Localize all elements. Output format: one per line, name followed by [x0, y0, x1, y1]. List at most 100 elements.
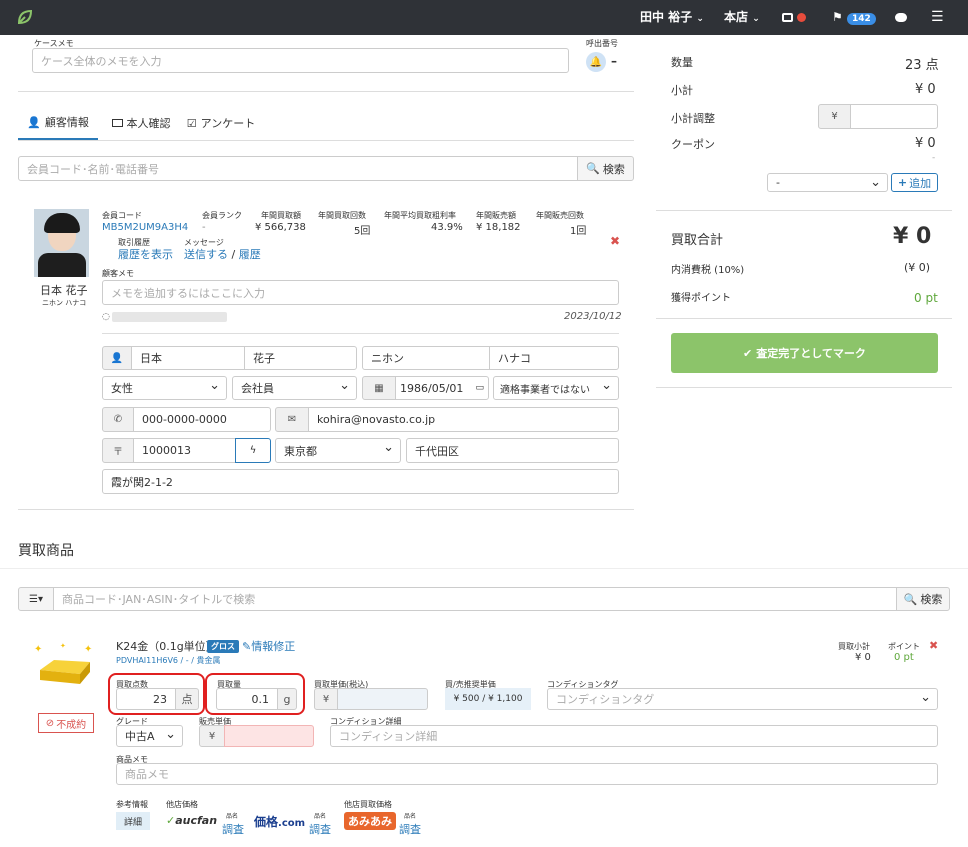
- occupation-select[interactable]: 会社員: [232, 376, 357, 400]
- item-code[interactable]: PDVHAI11H6V6 / - / 貴金属: [116, 655, 220, 666]
- member-search-button[interactable]: 🔍 検索: [577, 156, 634, 181]
- condition-tag-select[interactable]: コンディションタグ: [547, 688, 938, 710]
- phone-input[interactable]: 000-0000-0000: [133, 407, 271, 432]
- top-nav: 田中 裕子 ⌄ 本店 ⌄ ⚑ 142 ☰: [0, 0, 968, 35]
- birthday-input[interactable]: 1986/05/01 ▭: [395, 376, 489, 400]
- summary-subtotal-value: ¥ 0: [915, 82, 936, 97]
- sale-price-input[interactable]: [224, 725, 314, 747]
- first-kana-input[interactable]: ハナコ: [489, 346, 619, 370]
- item-search-input[interactable]: 商品コード･JAN･ASIN･タイトルで検索: [53, 587, 897, 611]
- hamburger-menu-icon[interactable]: ☰: [931, 0, 944, 35]
- prefecture-select[interactable]: 東京都: [275, 438, 401, 463]
- item-search-button[interactable]: 🔍 検索: [896, 587, 950, 611]
- search-icon: 🔍: [903, 592, 918, 606]
- tab-customer-info[interactable]: 👤 顧客情報: [18, 106, 98, 140]
- aucfan-logo[interactable]: ✓aucfan: [166, 814, 217, 827]
- address-input[interactable]: 霞が関2-1-2: [102, 469, 619, 494]
- case-memo-input[interactable]: ケース全体のメモを入力: [32, 48, 569, 73]
- app-logo-icon[interactable]: [16, 8, 34, 26]
- stat-label: 年間販売額: [476, 211, 516, 220]
- tax-label: 内消費税 (10%): [671, 265, 745, 276]
- not-contracted-badge[interactable]: ⊘ 不成約: [38, 713, 94, 733]
- memo-date: 2023/10/12: [564, 311, 622, 322]
- store-menu[interactable]: 本店 ⌄: [724, 0, 760, 35]
- person-icon: 👤: [102, 346, 132, 370]
- invoice-select[interactable]: 適格事業者ではない: [493, 376, 619, 400]
- summary-subtotal-label: 小計: [671, 84, 693, 97]
- condition-detail-input[interactable]: コンディション詳細: [330, 725, 938, 747]
- city-input[interactable]: 千代田区: [406, 438, 619, 463]
- amiami-survey-link[interactable]: 調査: [399, 821, 421, 837]
- call-number-value: –: [611, 54, 617, 68]
- message-links: 送信する / 履歴: [184, 246, 261, 262]
- checkbox-icon: ☑: [186, 116, 197, 130]
- flag-button[interactable]: ⚑ 142: [832, 0, 876, 35]
- stat-label: 会員コード: [102, 211, 142, 220]
- amiami-logo[interactable]: あみあみ: [344, 812, 396, 830]
- customer-kana: ニホン ハナコ: [42, 299, 87, 307]
- stat-label: 会員ランク: [202, 211, 242, 220]
- stat-value: 43.9%: [431, 222, 463, 233]
- tab-identity[interactable]: 本人確認: [104, 106, 178, 140]
- coupon-dash: -: [932, 153, 936, 163]
- price-input[interactable]: [337, 688, 428, 710]
- remove-customer-icon[interactable]: ✖: [610, 234, 620, 248]
- item-subtotal-value: ¥ 0: [855, 652, 871, 663]
- other-store-buy-label: 他店買取価格: [344, 800, 392, 809]
- delete-item-icon[interactable]: ✖: [929, 639, 938, 652]
- edit-info-link[interactable]: ✎情報修正: [242, 638, 295, 654]
- summary-qty-value: 23 点: [905, 58, 939, 73]
- divider: [656, 318, 952, 319]
- gender-select[interactable]: 女性: [102, 376, 227, 400]
- adjust-yen: ¥: [818, 104, 851, 129]
- printer-status-dot: [797, 13, 807, 22]
- member-search-input[interactable]: 会員コード･名前･電話番号: [18, 156, 578, 181]
- stat-value: 5回: [354, 226, 371, 237]
- first-name-input[interactable]: 花子: [244, 346, 357, 370]
- email-input[interactable]: kohira@novasto.co.jp: [308, 407, 619, 432]
- add-coupon-button[interactable]: + 追加: [891, 173, 938, 192]
- filter-button[interactable]: ☰▾: [18, 587, 54, 611]
- item-subtotal-label: 買取小計: [838, 642, 870, 651]
- message-send-link[interactable]: 送信する: [184, 248, 228, 261]
- bell-icon[interactable]: 🔔: [586, 52, 606, 72]
- message-history-link[interactable]: 履歴: [239, 248, 261, 261]
- kakaku-survey-link[interactable]: 調査: [309, 821, 331, 837]
- item-memo-input[interactable]: 商品メモ: [116, 763, 938, 785]
- phone-icon: ✆: [102, 407, 134, 432]
- last-kana-input[interactable]: ニホン: [362, 346, 490, 370]
- printer-icon: [782, 13, 793, 22]
- svg-text:✦: ✦: [34, 644, 42, 655]
- history-link[interactable]: 履歴を表示: [118, 246, 173, 262]
- user-menu[interactable]: 田中 裕子 ⌄: [640, 0, 704, 35]
- grade-select[interactable]: 中古A: [116, 725, 183, 747]
- divider: [0, 568, 968, 569]
- chat-icon[interactable]: [895, 0, 907, 35]
- subtotal-adjust-input[interactable]: [850, 104, 938, 129]
- coupon-select[interactable]: -: [767, 173, 888, 192]
- complete-assessment-button[interactable]: ✔ 査定完了としてマーク: [671, 333, 938, 373]
- customer-memo-input[interactable]: メモを追加するにはここに入力: [102, 280, 619, 305]
- item-points-label: ポイント: [888, 642, 920, 651]
- price-yen: ¥: [314, 688, 338, 710]
- memo-author-redacted: [112, 312, 227, 322]
- plus-icon: +: [897, 176, 908, 189]
- store-name: 本店: [724, 10, 749, 24]
- aucfan-survey-link[interactable]: 調査: [222, 821, 244, 837]
- subtotal-adjust-label: 小計調整: [671, 112, 715, 125]
- tax-value: (¥ 0): [904, 261, 931, 274]
- tab-survey[interactable]: ☑ アンケート: [186, 106, 256, 140]
- zip-input[interactable]: 1000013: [133, 438, 236, 463]
- last-name-input[interactable]: 日本: [131, 346, 245, 370]
- stat-label: 年間平均買取粗利率: [384, 211, 456, 220]
- zip-lookup-button[interactable]: ϟ: [235, 438, 271, 463]
- calendar-picker-icon[interactable]: ▭: [475, 383, 484, 393]
- zip-icon: 〒: [102, 438, 134, 463]
- flag-icon: ⚑: [832, 10, 843, 24]
- user-icon: 👤: [27, 115, 41, 129]
- printer-button[interactable]: [782, 0, 807, 35]
- item-name: K24金（0.1g単位）: [116, 640, 217, 653]
- detail-button[interactable]: 詳細: [116, 812, 150, 830]
- kakaku-logo[interactable]: 価格.com: [254, 813, 305, 830]
- member-code[interactable]: MB5M2UM9A3H4: [102, 222, 188, 233]
